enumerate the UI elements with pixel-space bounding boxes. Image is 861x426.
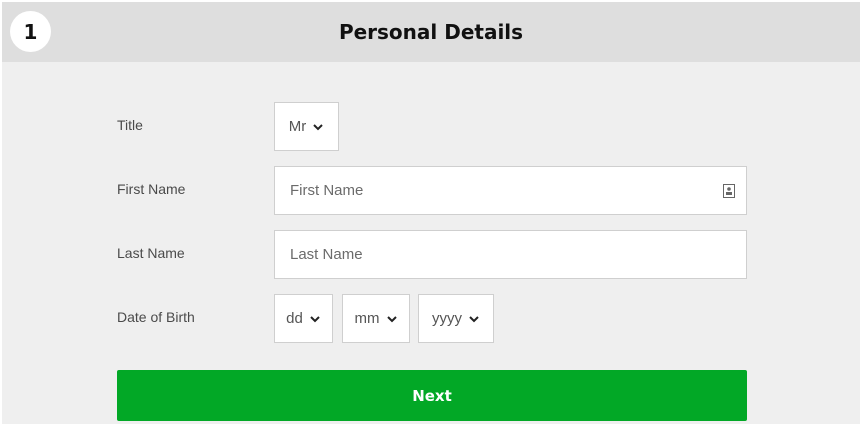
section-header[interactable]: 1 Personal Details: [2, 2, 860, 62]
next-button[interactable]: Next: [117, 370, 747, 421]
last-name-input[interactable]: Last Name: [274, 230, 747, 279]
last-name-label: Last Name: [117, 245, 185, 261]
chevron-down-icon: [310, 315, 320, 322]
dob-year-select[interactable]: yyyy: [418, 294, 494, 343]
dob-day-select[interactable]: dd: [274, 294, 333, 343]
title-label: Title: [117, 117, 143, 133]
dob-day-value: dd: [286, 310, 303, 327]
dob-label: Date of Birth: [117, 309, 195, 325]
first-name-input[interactable]: First Name: [274, 166, 747, 215]
first-name-label: First Name: [117, 181, 186, 197]
title-select[interactable]: Mr: [274, 102, 339, 151]
title-select-value: Mr: [288, 118, 307, 135]
personal-details-panel: 1 Personal Details Title Mr First Name F…: [2, 2, 860, 424]
last-name-placeholder: Last Name: [290, 246, 363, 263]
chevron-down-icon: [469, 315, 479, 322]
dob-month-select[interactable]: mm: [342, 294, 410, 343]
chevron-down-icon: [313, 123, 323, 130]
next-button-label: Next: [412, 386, 452, 405]
dob-year-value: yyyy: [432, 310, 462, 327]
section-title: Personal Details: [338, 20, 524, 44]
dob-month-value: mm: [354, 310, 380, 327]
first-name-placeholder: First Name: [290, 182, 364, 199]
chevron-down-icon: [386, 315, 397, 322]
contact-card-icon[interactable]: [723, 184, 735, 198]
